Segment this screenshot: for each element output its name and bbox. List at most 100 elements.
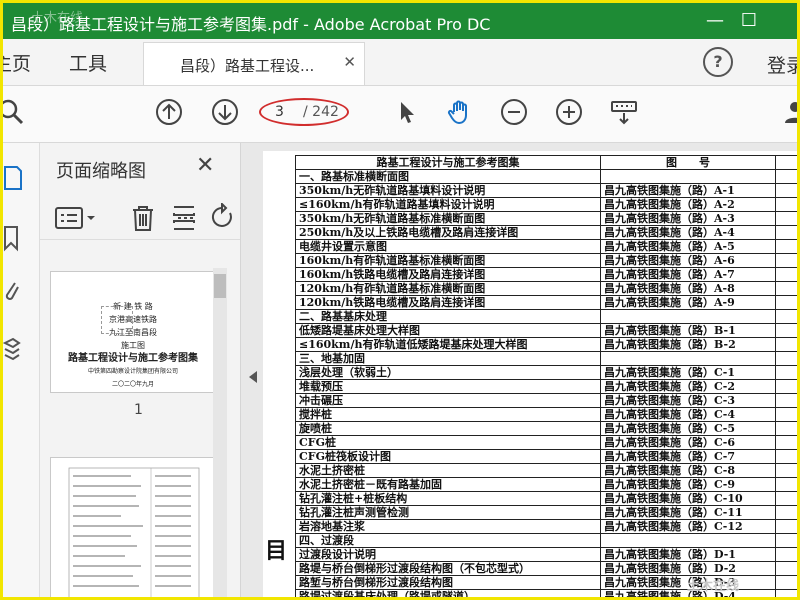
table-row: 160km/h有砟轨道路基标准横断面图 昌九高铁图集施（路）A-6 [295,253,797,268]
user-icon[interactable] [781,98,800,126]
bookmark-icon[interactable] [3,223,21,253]
previous-page-icon[interactable] [155,98,183,126]
scrollbar-thumb[interactable] [214,274,226,298]
drawing-name: 冲击碾压 [295,393,601,408]
thumb-line: 中铁第四勘察设计院集团有限公司 [87,368,178,375]
row-blank [775,351,797,366]
zoom-in-icon[interactable] [555,98,583,126]
table-row: 一、路基标准横断面图 [295,169,797,184]
help-icon[interactable]: ? [703,47,733,77]
next-page-icon[interactable] [211,98,239,126]
attachment-icon[interactable] [3,277,21,307]
acrobat-window: 昌段）路基工程设计与施工参考图集.pdf - Adobe Acrobat Pro… [0,0,800,600]
drawing-number: 昌九高铁图集施（路）B-1 [600,323,776,338]
drawing-number: 昌九高铁图集施（路）C-4 [600,407,776,422]
drawing-name: 堆载预压 [295,379,601,394]
hand-tool-icon[interactable] [446,98,474,126]
table-row: 350km/h无砟轨道路基标准横断面图 昌九高铁图集施（路）A-3 [295,211,797,226]
drawing-number: 昌九高铁图集施（路）A-6 [600,253,776,268]
row-blank [775,561,797,576]
drawing-number: 昌九高铁图集施（路）C-2 [600,379,776,394]
row-blank [775,519,797,534]
table-row: 钻孔灌注桩声测管检测 昌九高铁图集施（路）C-11 [295,505,797,520]
row-blank [775,253,797,268]
row-blank [775,393,797,408]
table-row: 岩溶地基注浆 昌九高铁图集施（路）C-12 [295,519,797,534]
row-blank [775,211,797,226]
table-row: 水泥土挤密桩－既有路基加固 昌九高铁图集施（路）C-9 [295,477,797,492]
drawing-name: 搅拌桩 [295,407,601,422]
title-bar: 昌段）路基工程设计与施工参考图集.pdf - Adobe Acrobat Pro… [3,3,797,39]
tab-document-label: 昌段）路基工程设... [180,57,315,75]
drawing-number: 昌九高铁图集施（路）C-8 [600,463,776,478]
search-icon[interactable] [0,98,25,126]
table-row: ≤160km/h有砟轨道低矮路堤基床处理大样图 昌九高铁图集施（路）B-2 [295,337,797,352]
drawing-number: 昌九高铁图集施（路）A-9 [600,295,776,310]
row-blank [775,477,797,492]
insert-page-icon[interactable] [170,203,200,233]
drawing-name: 160km/h铁路电缆槽及路肩连接详图 [295,267,601,282]
keyboard-scroll-icon[interactable] [610,98,638,126]
row-blank [775,309,797,324]
page-thumbnails-panel: 页面缩略图 ✕ 新 建 铁 路 京港高速铁路 九江至南昌段 施工图 路基工程设计… [40,143,241,597]
page-thumbnails-icon[interactable] [3,163,23,193]
zoom-out-icon[interactable] [500,98,528,126]
panel-toolbar [40,195,240,240]
tab-home[interactable]: 主页 [3,49,31,76]
table-row: 三、地基加固 [295,351,797,366]
drawing-name: ≤160km/h有砟轨道低矮路堤基床处理大样图 [295,337,601,352]
row-blank [775,533,797,548]
maximize-button[interactable]: ☐ [729,7,769,35]
drawing-name: 120km/h有砟轨道路基标准横断面图 [295,281,601,296]
select-cursor-icon[interactable] [393,98,421,126]
drawing-name: 钻孔灌注桩声测管检测 [295,505,601,520]
drawing-number: 昌九高铁图集施（路）A-4 [600,225,776,240]
drawing-name: 160km/h有砟轨道路基标准横断面图 [295,253,601,268]
drawing-number [600,533,776,548]
drawing-name: 二、路基基床处理 [295,309,601,324]
drawing-number: 昌九高铁图集施（路）A-8 [600,281,776,296]
drawing-name: 路堤过渡段基床处理（路堤或隧道） [295,589,601,597]
thumbnail-page-2-preview [68,467,200,597]
drawing-name: 一、路基标准横断面图 [295,169,601,184]
login-button[interactable]: 登录 [767,51,797,78]
drawing-name: 旋喷桩 [295,421,601,436]
drawing-number: 昌九高铁图集施（路）D-2 [600,561,776,576]
rotate-page-icon[interactable] [208,203,238,233]
tab-tools[interactable]: 工具 [69,49,107,76]
drawing-name: 水泥土挤密桩－既有路基加固 [295,477,601,492]
thumb-line: 施工图 [121,341,145,350]
drawing-name: CFG桩 [295,435,601,450]
row-blank [775,547,797,562]
delete-page-icon[interactable] [128,203,158,233]
drawing-name: 岩溶地基注浆 [295,519,601,534]
table-row: 水泥土挤密桩 昌九高铁图集施（路）C-8 [295,463,797,478]
collapse-panel-icon[interactable] [249,371,257,383]
table-row: 160km/h铁路电缆槽及路肩连接详图 昌九高铁图集施（路）A-7 [295,267,797,282]
thumbnail-page-2[interactable] [50,457,216,597]
thumbnail-options-icon[interactable] [54,205,100,231]
current-page[interactable]: 3 [275,104,284,120]
drawing-name: 四、过渡段 [295,533,601,548]
drawing-number [600,351,776,366]
drawing-number [600,169,776,184]
title-watermark: 土木在线 [31,11,84,26]
row-blank [775,337,797,352]
page-number-input[interactable]: 3 / 242 [259,98,349,126]
panel-close-icon[interactable]: ✕ [196,153,214,178]
table-row: 旋喷桩 昌九高铁图集施（路）C-5 [295,421,797,436]
table-row: 低矮路堤基床处理大样图 昌九高铁图集施（路）B-1 [295,323,797,338]
row-blank [775,589,797,597]
thumbnail-page-1[interactable]: 新 建 铁 路 京港高速铁路 九江至南昌段 施工图 路基工程设计与施工参考图集 … [50,271,216,393]
thumbnails-scrollbar[interactable] [213,268,227,597]
tab-close-icon[interactable]: ✕ [343,53,356,71]
drawing-name: 水泥土挤密桩 [295,463,601,478]
drawing-name: 低矮路堤基床处理大样图 [295,323,601,338]
thumb-line: 京港高速铁路 [109,315,157,324]
drawing-name: 电缆井设置示意图 [295,239,601,254]
tab-document[interactable]: 昌段）路基工程设... ✕ [143,42,365,85]
row-blank [775,407,797,422]
layers-icon[interactable] [3,335,21,365]
side-character: 目 [265,538,288,564]
row-blank [775,379,797,394]
